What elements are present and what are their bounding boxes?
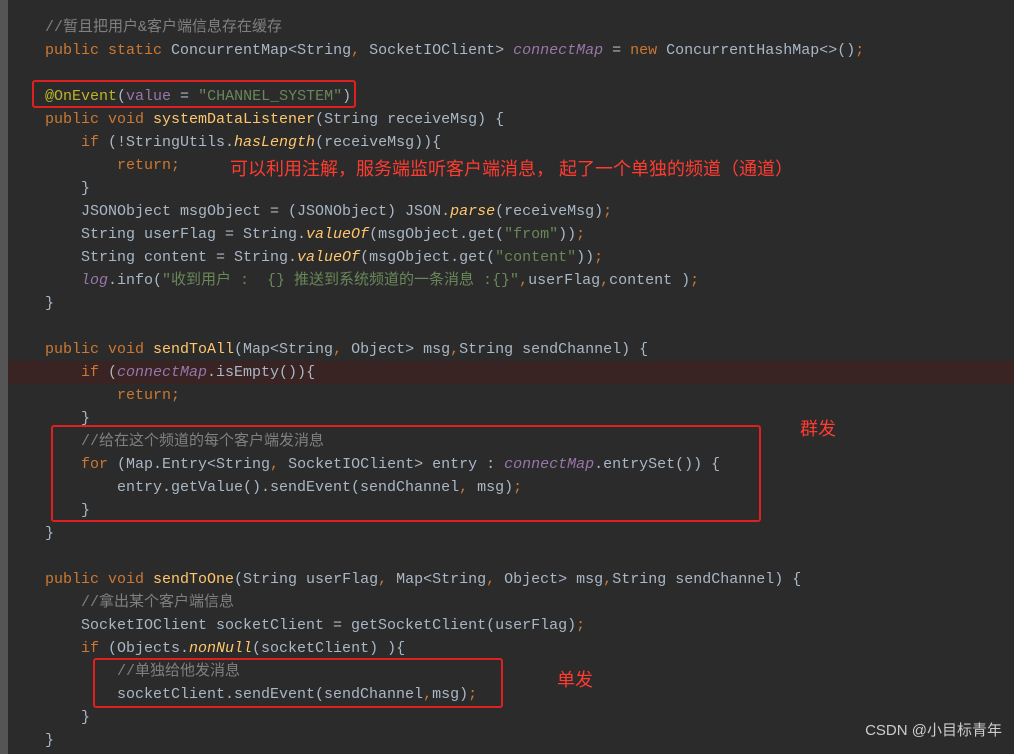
code-line: SocketIOClient socketClient = getSocketC…	[45, 614, 1014, 637]
annotation-text-channel: 可以利用注解，服务端监听客户端消息， 起了一个单独的频道（通道）	[230, 158, 793, 181]
code-line: String content = String.valueOf(msgObjec…	[45, 246, 1014, 269]
code-line: JSONObject msgObject = (JSONObject) JSON…	[45, 200, 1014, 223]
code-line: public void systemDataListener(String re…	[45, 108, 1014, 131]
watermark: CSDN @小目标青年	[865, 719, 1002, 742]
code-line: if (Objects.nonNull(socketClient) ){	[45, 637, 1014, 660]
code-line: }	[45, 522, 1014, 545]
code-block: //暂且把用户&客户端信息存在缓存 public static Concurre…	[45, 16, 1014, 752]
code-line: public static ConcurrentMap<String, Sock…	[45, 39, 1014, 62]
code-line: //暂且把用户&客户端信息存在缓存	[45, 16, 1014, 39]
code-line: return;	[45, 384, 1014, 407]
code-line: String userFlag = String.valueOf(msgObje…	[45, 223, 1014, 246]
highlight-box-single	[93, 658, 503, 708]
annotation-text-single: 单发	[557, 669, 593, 692]
code-line: //拿出某个客户端信息	[45, 591, 1014, 614]
code-line: }	[45, 292, 1014, 315]
highlight-box-broadcast	[51, 425, 761, 522]
code-line: log.info("收到用户 : {} 推送到系统频道的一条消息 :{}",us…	[45, 269, 1014, 292]
code-line: public void sendToOne(String userFlag, M…	[45, 568, 1014, 591]
blank-line	[45, 315, 1014, 338]
code-line: if (connectMap.isEmpty()){	[8, 361, 1014, 384]
code-line: if (!StringUtils.hasLength(receiveMsg)){	[45, 131, 1014, 154]
code-line: public void sendToAll(Map<String, Object…	[45, 338, 1014, 361]
highlight-box-annotation	[32, 80, 356, 108]
blank-line	[45, 545, 1014, 568]
annotation-text-broadcast: 群发	[800, 418, 836, 441]
